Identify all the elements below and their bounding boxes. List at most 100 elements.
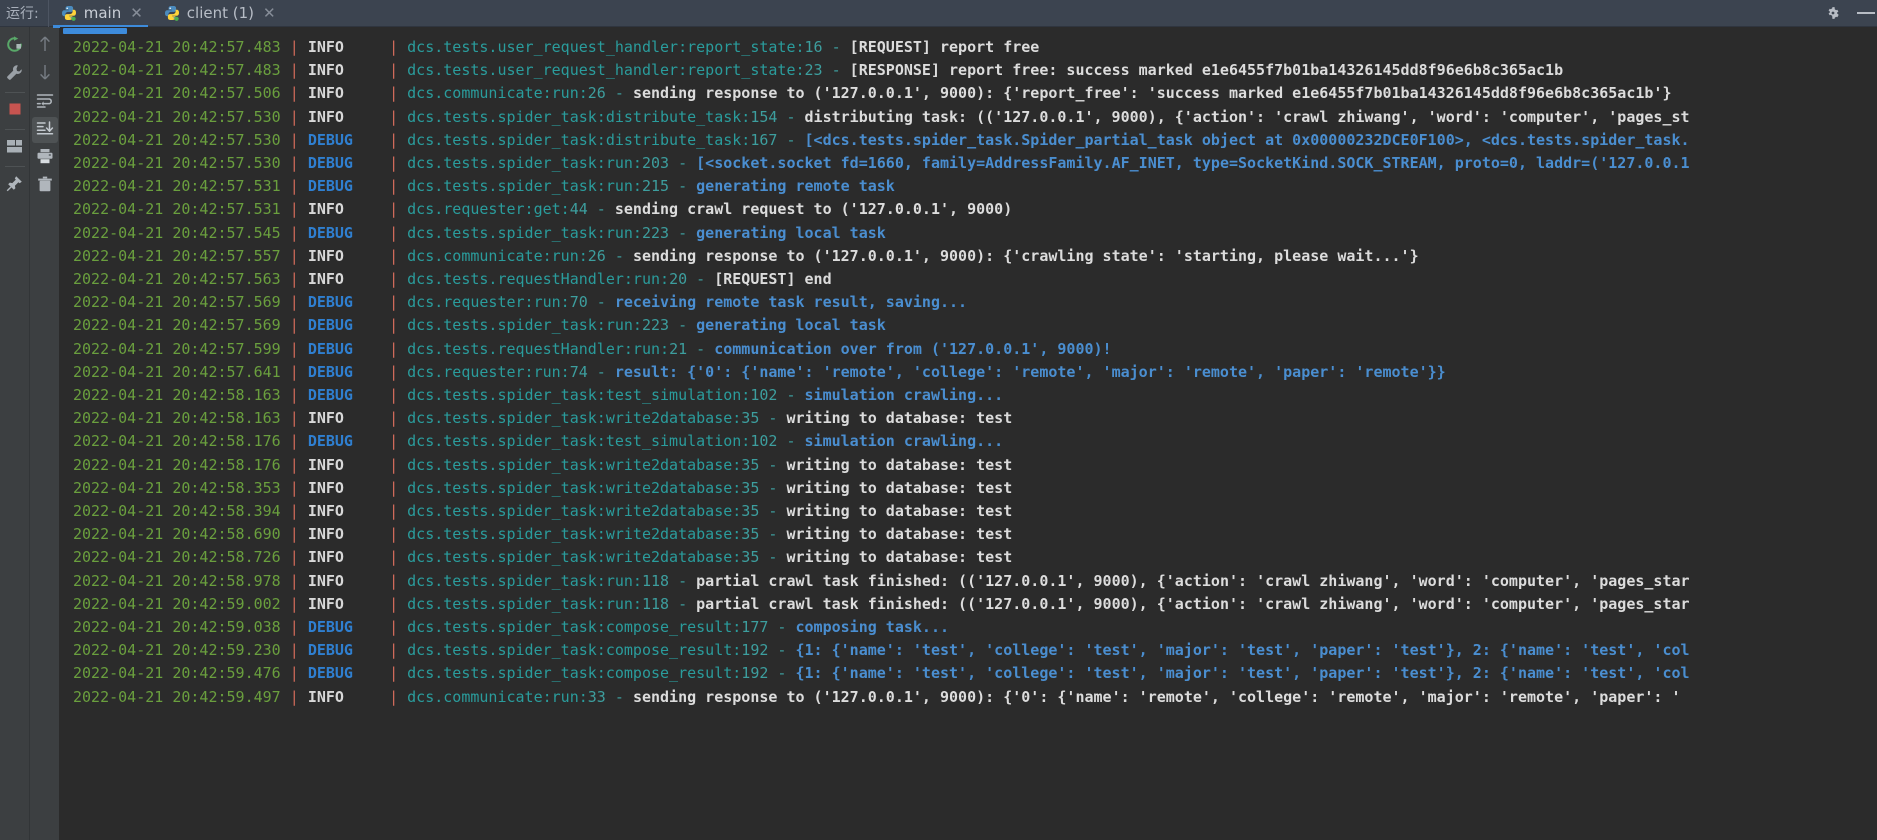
log-message: [<socket.socket fd=1660, family=AddressF… xyxy=(696,154,1690,173)
log-timestamp: 2022-04-21 20:42:57.641 xyxy=(73,362,290,381)
edit-configuration-button[interactable] xyxy=(2,61,28,87)
log-level: DEBUG xyxy=(307,130,390,149)
log-dash: - xyxy=(669,571,697,590)
run-tool-window-header: 运行: main ✕ client (1) ✕ xyxy=(0,0,1877,28)
log-level: DEBUG xyxy=(307,362,390,381)
layout-button[interactable] xyxy=(2,135,28,161)
log-dash: - xyxy=(687,339,715,358)
log-separator: | xyxy=(289,594,308,613)
log-timestamp: 2022-04-21 20:42:58.394 xyxy=(73,502,290,521)
settings-gear-icon[interactable] xyxy=(1825,5,1841,21)
log-separator: | xyxy=(389,478,408,497)
log-source: dcs.communicate:run: xyxy=(407,84,588,103)
log-timestamp: 2022-04-21 20:42:58.176 xyxy=(73,455,290,474)
print-button[interactable] xyxy=(32,145,58,171)
python-icon xyxy=(61,5,77,21)
log-dash: - xyxy=(759,409,787,428)
log-line-number: 70 xyxy=(569,293,588,312)
log-timestamp: 2022-04-21 20:42:58.163 xyxy=(73,409,290,428)
log-separator: | xyxy=(389,664,408,683)
up-the-stack-trace-button[interactable] xyxy=(32,33,58,59)
minimize-icon[interactable] xyxy=(1857,5,1875,21)
rerun-button[interactable] xyxy=(2,33,28,59)
clear-all-button[interactable] xyxy=(32,173,58,199)
log-line: 2022-04-21 20:42:57.531 | INFO | dcs.req… xyxy=(73,198,1877,221)
log-line: 2022-04-21 20:42:57.483 | INFO | dcs.tes… xyxy=(73,59,1877,82)
log-line: 2022-04-21 20:42:57.641 | DEBUG | dcs.re… xyxy=(73,361,1877,384)
log-separator: | xyxy=(289,571,308,590)
log-message: [<dcs.tests.spider_task.Spider_partial_t… xyxy=(804,130,1690,149)
run-toolbar-right xyxy=(30,27,60,840)
log-separator: | xyxy=(389,339,408,358)
log-separator: | xyxy=(289,525,308,544)
log-separator: | xyxy=(389,223,408,242)
log-line-number: 20 xyxy=(669,270,688,289)
log-line-number: 26 xyxy=(587,246,606,265)
log-message: partial crawl task finished: (('127.0.0.… xyxy=(696,594,1690,613)
log-line: 2022-04-21 20:42:58.353 | INFO | dcs.tes… xyxy=(73,477,1877,500)
tab-client-1[interactable]: client (1) ✕ xyxy=(152,0,285,27)
down-the-stack-trace-button[interactable] xyxy=(32,61,58,87)
log-level: INFO xyxy=(307,455,390,474)
log-level: INFO xyxy=(307,409,390,428)
log-dash: - xyxy=(759,478,787,497)
log-timestamp: 2022-04-21 20:42:57.569 xyxy=(73,316,290,335)
log-separator: | xyxy=(389,84,408,103)
log-dash: - xyxy=(687,270,715,289)
log-timestamp: 2022-04-21 20:42:59.230 xyxy=(73,641,290,660)
log-message: writing to database: test xyxy=(786,455,1013,474)
log-source: dcs.tests.spider_task:write2database: xyxy=(407,455,742,474)
arrow-up-icon xyxy=(37,35,53,57)
log-dash: - xyxy=(777,107,805,126)
log-line: 2022-04-21 20:42:58.726 | INFO | dcs.tes… xyxy=(73,546,1877,569)
layout-icon xyxy=(6,139,23,158)
log-source: dcs.tests.spider_task:write2database: xyxy=(407,502,742,521)
horizontal-scrollbar-thumb[interactable] xyxy=(63,28,127,34)
log-message: composing task... xyxy=(795,618,950,637)
log-level: DEBUG xyxy=(307,664,390,683)
log-message: [REQUEST] end xyxy=(714,270,832,289)
python-icon xyxy=(164,5,180,21)
log-source: dcs.tests.spider_task:run: xyxy=(407,154,642,173)
log-separator: | xyxy=(389,130,408,149)
log-timestamp: 2022-04-21 20:42:58.690 xyxy=(73,525,290,544)
close-icon[interactable]: ✕ xyxy=(263,5,276,21)
log-level: INFO xyxy=(307,594,390,613)
close-icon[interactable]: ✕ xyxy=(130,5,143,21)
log-message: distributing task: (('127.0.0.1', 9000),… xyxy=(804,107,1690,126)
log-dash: - xyxy=(669,594,697,613)
scroll-to-end-button[interactable] xyxy=(31,117,58,143)
log-separator: | xyxy=(289,223,308,242)
log-separator: | xyxy=(289,618,308,637)
log-message: receiving remote task result, saving... xyxy=(614,293,968,312)
log-source: dcs.tests.spider_task:distribute_task: xyxy=(407,107,751,126)
log-message: simulation crawling... xyxy=(804,386,1004,405)
console-output-panel[interactable]: 2022-04-21 20:42:57.483 | INFO | dcs.tes… xyxy=(60,27,1877,840)
log-timestamp: 2022-04-21 20:42:58.353 xyxy=(73,478,290,497)
scroll-to-end-icon xyxy=(36,120,54,140)
log-separator: | xyxy=(389,316,408,335)
log-line-number: 23 xyxy=(804,61,823,80)
log-line-number: 35 xyxy=(741,478,760,497)
log-message: writing to database: test xyxy=(786,409,1013,428)
log-line: 2022-04-21 20:42:59.497 | INFO | dcs.com… xyxy=(73,686,1877,709)
log-dash: - xyxy=(777,386,805,405)
stop-button[interactable] xyxy=(2,98,28,124)
horizontal-scrollbar[interactable] xyxy=(60,27,1877,35)
arrow-down-icon xyxy=(37,63,53,85)
log-line: 2022-04-21 20:42:57.531 | DEBUG | dcs.te… xyxy=(73,175,1877,198)
log-source: dcs.tests.spider_task:compose_result: xyxy=(407,664,742,683)
log-level: DEBUG xyxy=(307,316,390,335)
log-source: dcs.tests.spider_task:write2database: xyxy=(407,548,742,567)
tab-main[interactable]: main ✕ xyxy=(49,0,152,28)
log-message: writing to database: test xyxy=(786,525,1013,544)
log-separator: | xyxy=(289,548,308,567)
log-source: dcs.tests.spider_task:run: xyxy=(407,223,642,242)
log-timestamp: 2022-04-21 20:42:59.002 xyxy=(73,594,290,613)
log-line-number: 215 xyxy=(641,177,670,196)
log-line-number: 192 xyxy=(741,641,769,660)
log-line: 2022-04-21 20:42:57.557 | INFO | dcs.com… xyxy=(73,245,1877,268)
pin-tab-button[interactable] xyxy=(2,172,28,198)
log-line: 2022-04-21 20:42:58.690 | INFO | dcs.tes… xyxy=(73,523,1877,546)
soft-wrap-button[interactable] xyxy=(32,89,58,115)
